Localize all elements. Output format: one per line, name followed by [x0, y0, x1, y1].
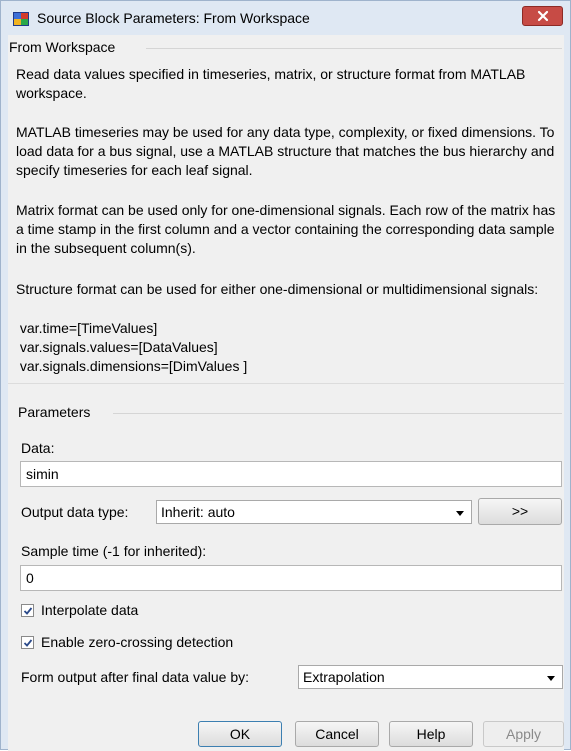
output-data-type-dropdown[interactable]: Inherit: auto [156, 500, 472, 524]
form-output-dropdown[interactable]: Extrapolation [298, 665, 563, 689]
block-heading: From Workspace [9, 39, 116, 55]
chevron-down-icon [547, 676, 555, 681]
close-button[interactable] [522, 6, 563, 26]
interpolate-label[interactable]: Interpolate data [41, 602, 138, 618]
code-line-dimensions: var.signals.dimensions=[DimValues ] [16, 358, 248, 374]
divider [146, 48, 562, 49]
output-data-type-value: Inherit: auto [161, 504, 235, 520]
dialog-content: From Workspace Read data values specifie… [8, 35, 564, 751]
data-input[interactable]: simin [20, 461, 562, 487]
checkmark-icon [23, 607, 33, 615]
interpolate-checkbox[interactable] [21, 604, 34, 617]
divider [8, 383, 564, 384]
ok-button[interactable]: OK [198, 721, 282, 747]
simulink-icon [13, 12, 29, 26]
description-paragraph-2: MATLAB timeseries may be used for any da… [16, 124, 555, 178]
parameters-heading: Parameters [18, 404, 91, 420]
description-paragraph-3: Matrix format can be used only for one-d… [16, 202, 556, 256]
zero-crossing-label[interactable]: Enable zero-crossing detection [41, 634, 233, 650]
expand-button-label: >> [511, 503, 529, 519]
code-line-time: var.time=[TimeValues] [16, 320, 158, 336]
code-line-values: var.signals.values=[DataValues] [16, 339, 218, 355]
cancel-button[interactable]: Cancel [295, 721, 379, 747]
close-icon [537, 10, 549, 22]
apply-button[interactable]: Apply [483, 721, 564, 747]
description-paragraph-4: Structure format can be used for either … [16, 281, 539, 297]
chevron-down-icon [456, 511, 464, 516]
checkmark-icon [23, 639, 33, 647]
divider [113, 413, 562, 414]
window-title: Source Block Parameters: From Workspace [37, 10, 310, 26]
zero-crossing-checkbox[interactable] [21, 636, 34, 649]
form-output-label: Form output after final data value by: [21, 669, 250, 685]
output-data-type-label: Output data type: [21, 504, 129, 520]
sample-time-input[interactable]: 0 [20, 565, 562, 591]
data-label: Data: [21, 440, 55, 456]
sample-time-label: Sample time (-1 for inherited): [21, 543, 207, 559]
dialog-window: Source Block Parameters: From Workspace … [0, 0, 571, 751]
help-button[interactable]: Help [389, 721, 473, 747]
data-type-assistant-button[interactable]: >> [478, 498, 562, 525]
description-paragraph-1: Read data values specified in timeseries… [16, 66, 526, 101]
form-output-value: Extrapolation [303, 669, 385, 685]
title-bar[interactable]: Source Block Parameters: From Workspace [1, 1, 570, 35]
